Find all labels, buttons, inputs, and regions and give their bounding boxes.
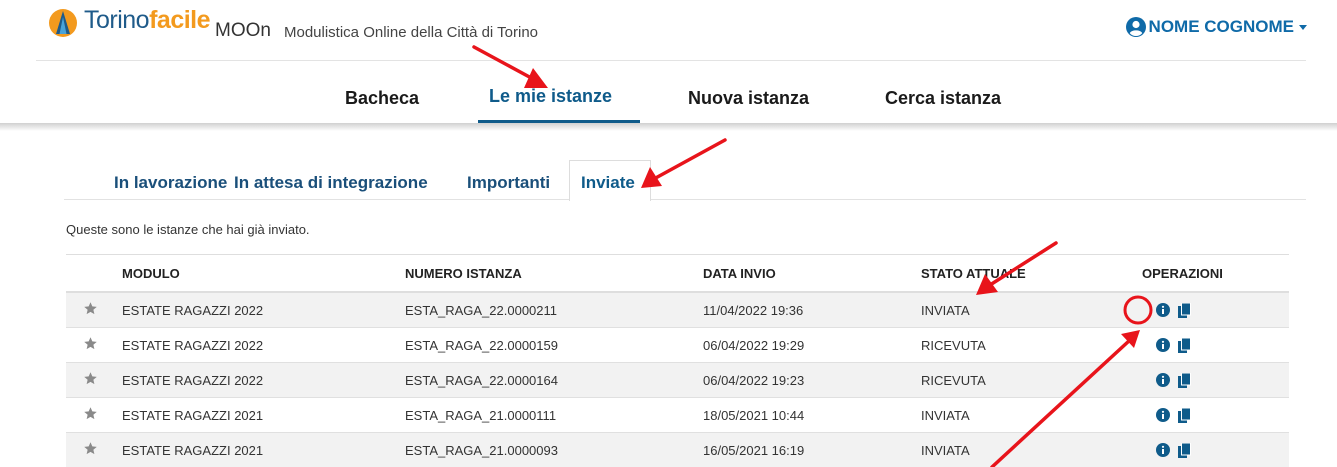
copy-icon[interactable] [1178, 337, 1191, 353]
info-icon[interactable] [1156, 303, 1170, 317]
main-nav: Bacheca Le mie istanze Nuova istanza Cer… [0, 62, 1337, 124]
brand-part1: Torino [84, 6, 150, 34]
header-divider [36, 60, 1306, 61]
subtab-in-lavorazione[interactable]: In lavorazione [114, 173, 227, 193]
cell-operazioni [1134, 291, 1289, 328]
cell-modulo: ESTATE RAGAZZI 2021 [114, 397, 397, 433]
caret-down-icon [1299, 25, 1307, 30]
cell-data-invio: 06/04/2022 19:29 [695, 327, 913, 363]
table-row[interactable]: ESTATE RAGAZZI 2022 ESTA_RAGA_22.0000211 1… [66, 291, 1289, 328]
table-row[interactable]: ESTATE RAGAZZI 2021 ESTA_RAGA_21.0000111 1… [66, 397, 1289, 433]
info-icon[interactable] [1156, 373, 1170, 387]
cell-operazioni [1134, 327, 1289, 363]
col-data-invio[interactable]: DATA INVIO [695, 254, 913, 293]
cell-numero-istanza: ESTA_RAGA_22.0000164 [397, 362, 695, 398]
star-icon[interactable] [83, 441, 98, 456]
subtab-importanti[interactable]: Importanti [467, 173, 550, 193]
copy-icon[interactable] [1178, 302, 1191, 318]
table-row[interactable]: ESTATE RAGAZZI 2022 ESTA_RAGA_22.0000159 0… [66, 327, 1289, 363]
cell-operazioni [1134, 432, 1289, 467]
cell-numero-istanza: ESTA_RAGA_21.0000111 [397, 397, 695, 433]
app-header: Torinofacile MOOn Modulistica Online del… [0, 0, 1337, 62]
col-numero-istanza[interactable]: NUMERO ISTANZA [397, 254, 695, 293]
cell-data-invio: 16/05/2021 16:19 [695, 432, 913, 467]
cell-stato-attuale: INVIATA [913, 291, 1134, 328]
subtab-in-attesa-di-integrazione[interactable]: In attesa di integrazione [234, 173, 428, 193]
table-row[interactable]: ESTATE RAGAZZI 2022 ESTA_RAGA_22.0000164 0… [66, 362, 1289, 398]
copy-icon[interactable] [1178, 407, 1191, 423]
star-cell [66, 327, 114, 363]
star-icon[interactable] [83, 336, 98, 351]
col-operazioni: OPERAZIONI [1134, 254, 1289, 293]
cell-stato-attuale: INVIATA [913, 432, 1134, 467]
cell-data-invio: 11/04/2022 19:36 [695, 291, 913, 328]
cell-modulo: ESTATE RAGAZZI 2022 [114, 362, 397, 398]
cell-data-invio: 06/04/2022 19:23 [695, 362, 913, 398]
star-cell [66, 291, 114, 328]
copy-icon[interactable] [1178, 442, 1191, 458]
star-cell [66, 362, 114, 398]
cell-modulo: ESTATE RAGAZZI 2021 [114, 432, 397, 467]
cell-data-invio: 18/05/2021 10:44 [695, 397, 913, 433]
col-star [66, 254, 114, 293]
cell-modulo: ESTATE RAGAZZI 2022 [114, 327, 397, 363]
tab-le-mie-istanze[interactable]: Le mie istanze [489, 86, 612, 107]
tab-cerca-istanza[interactable]: Cerca istanza [885, 88, 1001, 109]
col-modulo[interactable]: MODULO [114, 254, 397, 293]
cell-stato-attuale: RICEVUTA [913, 327, 1134, 363]
cell-modulo: ESTATE RAGAZZI 2022 [114, 291, 397, 328]
copy-icon[interactable] [1178, 372, 1191, 388]
cell-numero-istanza: ESTA_RAGA_21.0000093 [397, 432, 695, 467]
cell-operazioni [1134, 362, 1289, 398]
col-stato-attuale[interactable]: STATO ATTUALE [913, 254, 1134, 293]
tab-nuova-istanza[interactable]: Nuova istanza [688, 88, 809, 109]
user-name: NOME COGNOME [1148, 17, 1294, 36]
user-circle-icon [1125, 17, 1146, 37]
cell-numero-istanza: ESTA_RAGA_22.0000211 [397, 291, 695, 328]
star-cell [66, 397, 114, 433]
app-name: MOOn [215, 20, 271, 41]
cell-stato-attuale: RICEVUTA [913, 362, 1134, 398]
app-subtitle: Modulistica Online della Città di Torino [284, 24, 539, 41]
torino-logo-icon[interactable] [48, 8, 78, 38]
nav-shadow [0, 123, 1337, 131]
brand-logo-text[interactable]: Torinofacile [84, 6, 211, 35]
star-cell [66, 432, 114, 467]
brand-part2: facile [149, 6, 211, 34]
subtabs-divider [64, 199, 1306, 200]
table-row[interactable]: ESTATE RAGAZZI 2021 ESTA_RAGA_21.0000093 1… [66, 432, 1289, 467]
tab-bacheca[interactable]: Bacheca [345, 88, 419, 109]
info-icon[interactable] [1156, 443, 1170, 457]
user-menu[interactable]: NOME COGNOME [1125, 17, 1309, 37]
info-icon[interactable] [1156, 338, 1170, 352]
istanze-table: MODULO NUMERO ISTANZA DATA INVIO STATO A… [66, 254, 1289, 467]
info-icon[interactable] [1156, 408, 1170, 422]
star-icon[interactable] [83, 371, 98, 386]
star-icon[interactable] [83, 406, 98, 421]
star-icon[interactable] [83, 301, 98, 316]
cell-numero-istanza: ESTA_RAGA_22.0000159 [397, 327, 695, 363]
subtab-inviate[interactable]: Inviate [581, 173, 635, 193]
cell-operazioni [1134, 397, 1289, 433]
table-header-row: MODULO NUMERO ISTANZA DATA INVIO STATO A… [66, 254, 1289, 293]
cell-stato-attuale: INVIATA [913, 397, 1134, 433]
intro-text: Queste sono le istanze che hai già invia… [66, 222, 310, 237]
annotation-arrow-2 [650, 138, 727, 182]
